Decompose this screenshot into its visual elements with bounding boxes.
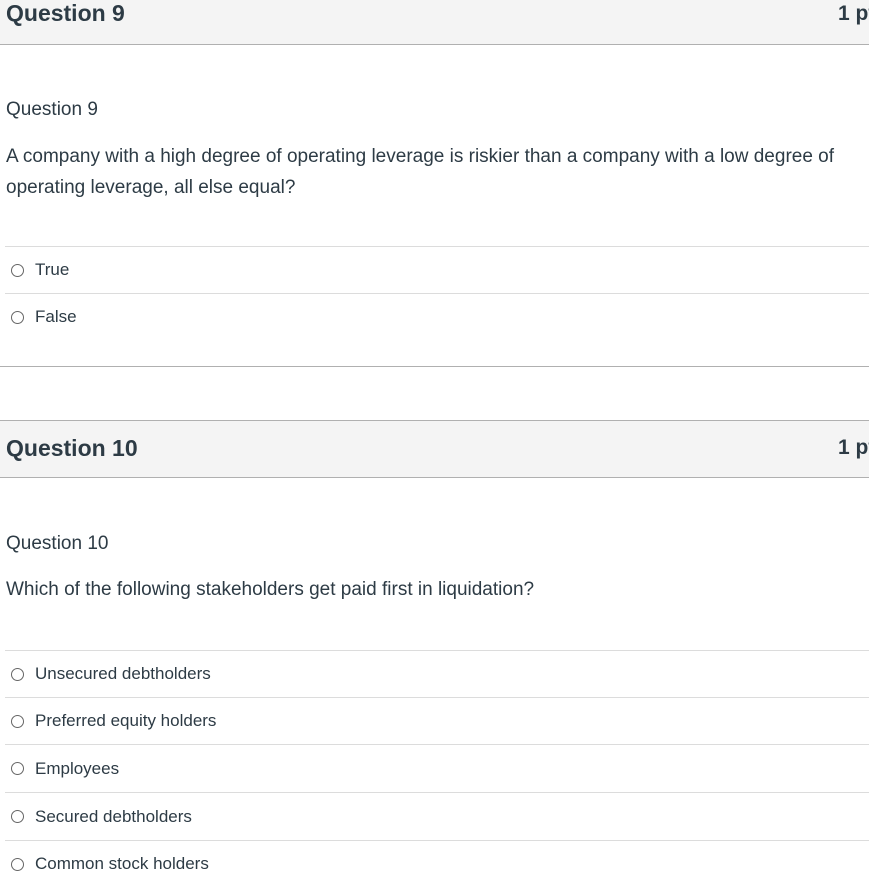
question-9-answers: True False xyxy=(5,246,869,340)
question-9-text: A company with a high degree of operatin… xyxy=(6,146,835,198)
question-10-label: Question 10 xyxy=(6,533,109,554)
question-10-title: Question 10 xyxy=(6,435,138,461)
question-divider xyxy=(0,366,869,367)
radio-button-icon[interactable] xyxy=(11,667,24,681)
radio-button-icon[interactable] xyxy=(11,810,24,823)
radio-button-icon[interactable] xyxy=(11,857,24,871)
question-9-label: Question 9 xyxy=(6,99,98,120)
answer-option[interactable]: False xyxy=(5,293,869,340)
question-10-points: 1 pts xyxy=(838,436,869,459)
answer-option[interactable]: Preferred equity holders xyxy=(5,697,869,744)
question-9-title: Question 9 xyxy=(6,0,125,26)
answer-option[interactable]: Employees xyxy=(5,744,869,792)
answer-label[interactable]: Employees xyxy=(35,759,119,779)
question-9-header: Question 9 1 pts xyxy=(0,0,869,45)
answer-label[interactable]: True xyxy=(35,260,69,280)
radio-button-icon[interactable] xyxy=(11,762,24,775)
answer-option[interactable]: True xyxy=(5,246,869,293)
radio-button-icon[interactable] xyxy=(11,714,24,728)
question-10-answers: Unsecured debtholders Preferred equity h… xyxy=(5,650,869,887)
question-10-text: Which of the following stakeholders get … xyxy=(6,579,535,600)
answer-label[interactable]: Unsecured debtholders xyxy=(35,664,211,684)
answer-label[interactable]: Preferred equity holders xyxy=(35,711,216,731)
radio-button-icon[interactable] xyxy=(11,310,24,324)
question-10-header: Question 10 1 pts xyxy=(0,420,869,478)
answer-label[interactable]: Secured debtholders xyxy=(35,807,192,827)
answer-label[interactable]: Common stock holders xyxy=(35,854,209,874)
answer-label[interactable]: False xyxy=(35,307,77,327)
question-9-points: 1 pts xyxy=(838,2,869,25)
answer-option[interactable]: Secured debtholders xyxy=(5,792,869,840)
answer-option[interactable]: Common stock holders xyxy=(5,840,869,887)
answer-option[interactable]: Unsecured debtholders xyxy=(5,650,869,697)
radio-button-icon[interactable] xyxy=(11,263,24,277)
